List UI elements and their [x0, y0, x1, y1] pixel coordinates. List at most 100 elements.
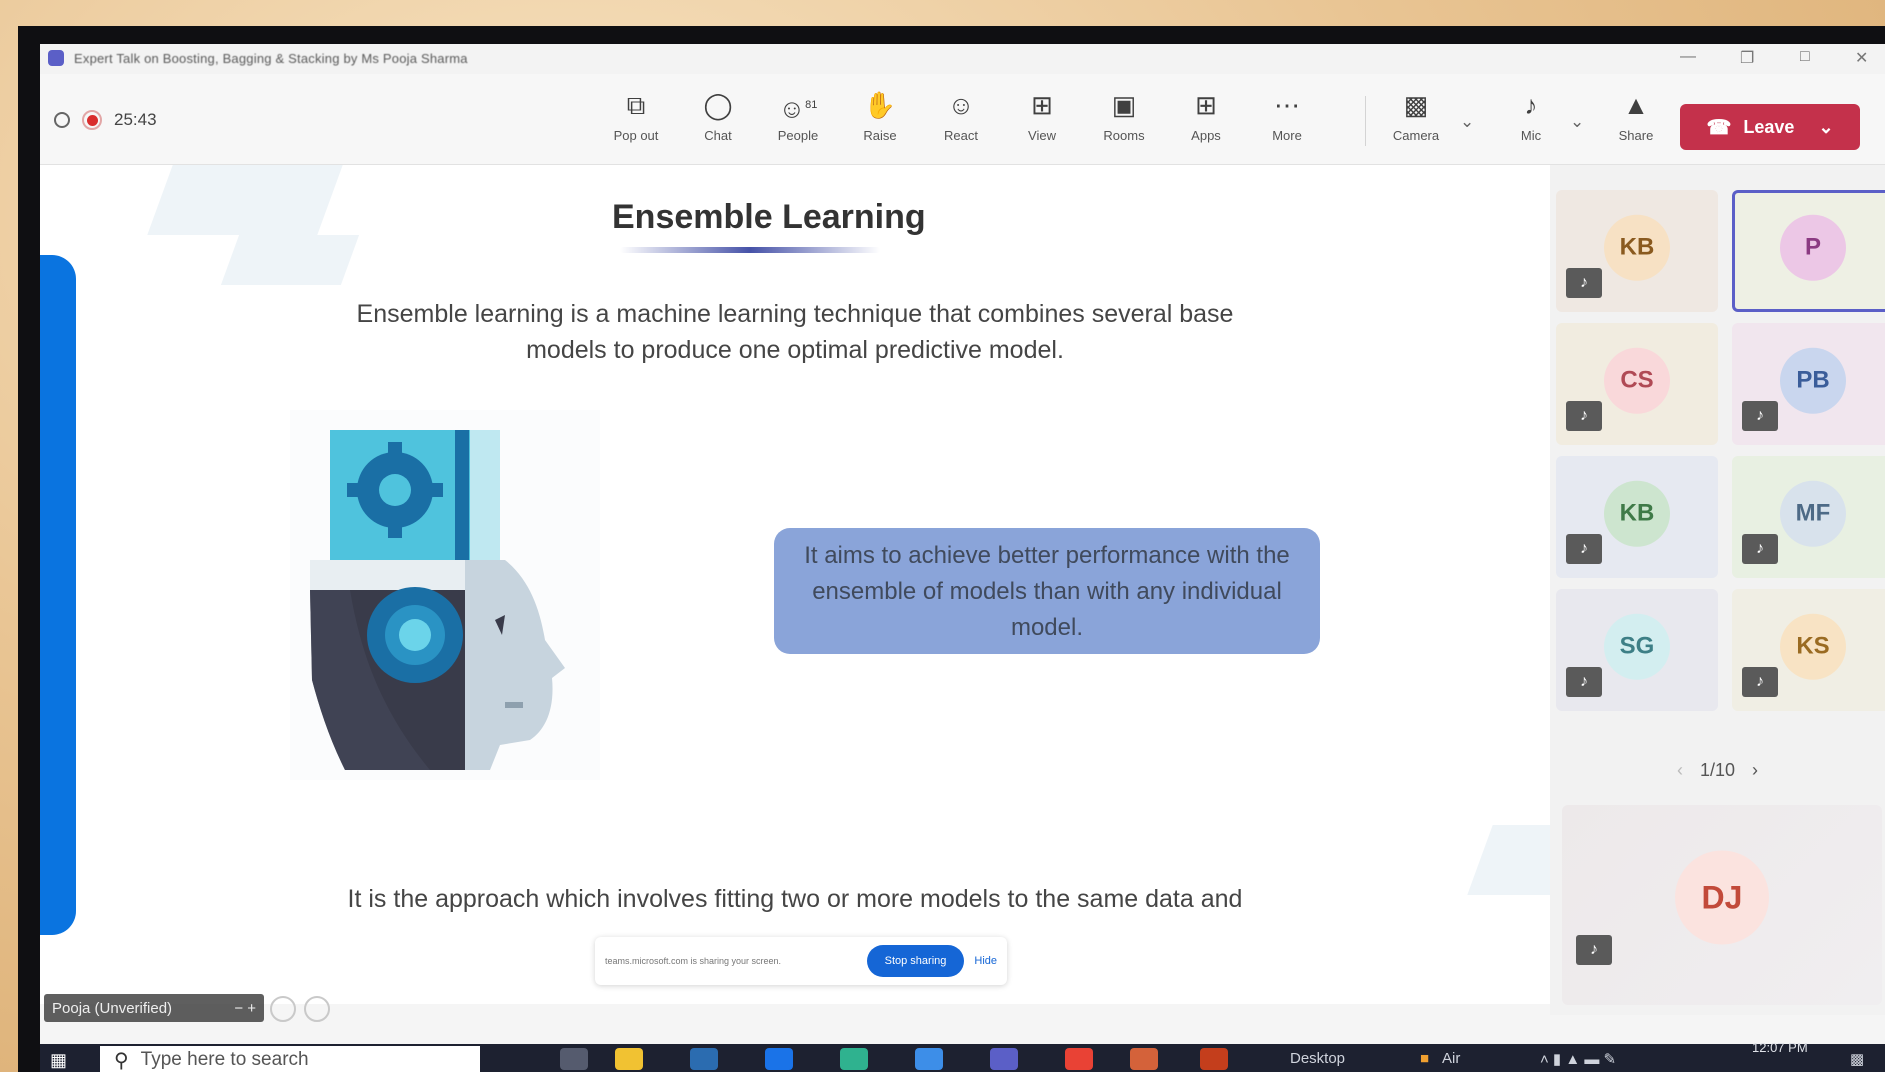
desktop-toolbar-label[interactable]: Desktop [1290, 1050, 1345, 1067]
mic-muted-icon: ♪ [1742, 534, 1778, 564]
teams-taskbar-icon[interactable] [1130, 1048, 1158, 1070]
monitor-screen: Expert Talk on Boosting, Bagging & Stack… [18, 26, 1885, 1072]
participant-avatar: CS [1604, 347, 1670, 414]
outlook-icon[interactable] [765, 1048, 793, 1070]
weather-label[interactable]: Air [1442, 1050, 1460, 1067]
taskbar-search-box[interactable]: ⚲ Type here to search [100, 1046, 480, 1072]
participant-avatar: MF [1780, 480, 1846, 547]
chat-button[interactable]: ◯ Chat [682, 90, 754, 143]
mic-options-chevron-icon[interactable]: ⌄ [1570, 112, 1584, 132]
shield-icon [54, 112, 70, 128]
meeting-toolbar: 25:43 ⧉ Pop out ◯ Chat ☺81 People ✋ Rais… [40, 74, 1885, 165]
share-icon: ▲ [1623, 90, 1649, 120]
discord-icon[interactable] [990, 1048, 1018, 1070]
store-icon[interactable] [690, 1048, 718, 1070]
mic-muted-icon: ♪ [1566, 268, 1602, 298]
slide-callout: It aims to achieve better performance wi… [774, 528, 1320, 654]
stop-sharing-button[interactable]: Stop sharing [866, 945, 965, 977]
task-view-icon[interactable] [560, 1048, 588, 1070]
teams-logo-icon [48, 50, 64, 66]
slide-accent-band [40, 255, 76, 935]
more-button[interactable]: ⋯ More [1251, 90, 1323, 143]
pin-icon[interactable]: − + [234, 1000, 256, 1017]
minimize-icon[interactable]: — [1680, 48, 1696, 66]
slide-decoration [220, 235, 360, 285]
share-label: Share [1618, 128, 1654, 143]
windows-start-icon[interactable]: ▦ [50, 1050, 67, 1071]
mic-button[interactable]: ♪ Mic [1495, 90, 1567, 143]
raise-hand-button[interactable]: ✋ Raise [844, 90, 916, 143]
edge-icon[interactable] [840, 1048, 868, 1070]
participant-avatar: PB [1780, 347, 1846, 414]
leave-button[interactable]: ☎ Leave ⌄ [1680, 104, 1860, 150]
presenter-controls [270, 996, 330, 1022]
restore-icon[interactable]: ❐ [1740, 48, 1754, 68]
popout-button[interactable]: ⧉ Pop out [600, 90, 672, 143]
participants-gallery: KB ♪ P CS ♪ PB ♪ KB ♪ MF ♪ SG ♪ KS ♪ ‹ 1/10 › DJ ♪ [1550, 165, 1885, 1015]
slide-description: Ensemble learning is a machine learning … [356, 300, 1234, 364]
participant-tile[interactable]: MF ♪ [1732, 456, 1885, 578]
featured-participant-tile[interactable]: DJ ♪ [1562, 805, 1882, 1005]
participant-tile[interactable]: KB ♪ [1556, 190, 1718, 312]
camera-label: Camera [1392, 128, 1440, 143]
shared-slide: Ensemble Learning Ensemble learning is a… [40, 165, 1550, 1004]
slide-decoration [1467, 825, 1550, 895]
hide-share-notice-link[interactable]: Hide [974, 955, 997, 967]
popout-label: Pop out [613, 128, 659, 143]
participant-tile[interactable]: CS ♪ [1556, 323, 1718, 445]
control-circle-icon[interactable] [304, 996, 330, 1022]
mic-muted-icon: ♪ [1566, 667, 1602, 697]
people-count: 81 [805, 99, 818, 111]
slide-decoration [147, 165, 343, 235]
apps-button[interactable]: ⊞ Apps [1170, 90, 1242, 143]
camera-off-icon: ▩ [1403, 90, 1429, 120]
gallery-pager: ‹ 1/10 › [1550, 760, 1885, 781]
chat-label: Chat [704, 128, 732, 143]
weather-icon[interactable]: ■ [1420, 1050, 1429, 1067]
windows-taskbar: ▦ ⚲ Type here to search Desktop ■ Air ˄ … [40, 1040, 1885, 1072]
powerpoint-icon[interactable] [1200, 1048, 1228, 1070]
view-button[interactable]: ⊞ View [1006, 90, 1078, 143]
mic-muted-icon: ♪ [1742, 667, 1778, 697]
camera-options-chevron-icon[interactable]: ⌄ [1460, 112, 1474, 132]
participant-tile[interactable]: KB ♪ [1556, 456, 1718, 578]
title-underline [620, 247, 880, 253]
close-icon[interactable]: ✕ [1855, 48, 1868, 68]
rooms-button[interactable]: ▣ Rooms [1088, 90, 1160, 143]
maximize-icon[interactable]: □ [1800, 48, 1810, 66]
more-dots-icon: ⋯ [1274, 90, 1300, 120]
notification-icon[interactable]: ▩ [1850, 1050, 1864, 1068]
people-button[interactable]: ☺81 People [762, 90, 834, 143]
chrome-icon[interactable] [1065, 1048, 1093, 1070]
participant-tile[interactable]: P [1732, 190, 1885, 312]
share-button[interactable]: ▲ Share [1600, 90, 1672, 143]
participant-tile[interactable]: SG ♪ [1556, 589, 1718, 711]
teams-meeting-window: Expert Talk on Boosting, Bagging & Stack… [40, 44, 1885, 1044]
more-label: More [1272, 128, 1302, 143]
call-timer: 25:43 [114, 110, 157, 129]
system-tray-icons[interactable]: ˄ ▮ ▲ ▬ ✎ [1540, 1050, 1616, 1068]
smiley-icon: ☺ [947, 90, 975, 120]
mic-muted-icon: ♪ [1524, 90, 1538, 120]
participant-tile[interactable]: PB ♪ [1732, 323, 1885, 445]
presenter-name: Pooja (Unverified) [52, 999, 173, 1017]
gallery-page-label: 1/10 [1699, 760, 1736, 780]
camera-button[interactable]: ▩ Camera [1380, 90, 1452, 143]
react-button[interactable]: ☺ React [925, 90, 997, 143]
toolbar-divider [1365, 96, 1366, 146]
mic-muted-icon: ♪ [1576, 935, 1612, 965]
onedrive-icon[interactable] [915, 1048, 943, 1070]
control-circle-icon[interactable] [270, 996, 296, 1022]
mic-muted-icon: ♪ [1566, 534, 1602, 564]
previous-page-icon[interactable]: ‹ [1677, 760, 1683, 780]
file-explorer-icon[interactable] [615, 1048, 643, 1070]
taskbar-clock[interactable]: 12:07 PM [1752, 1040, 1808, 1055]
presenter-name-tag: Pooja (Unverified) − + [44, 994, 264, 1022]
next-page-icon[interactable]: › [1752, 760, 1758, 780]
participant-tile[interactable]: KS ♪ [1732, 589, 1885, 711]
plus-box-icon: ⊞ [1195, 90, 1217, 120]
search-icon: ⚲ [114, 1049, 129, 1072]
leave-chevron-icon[interactable]: ⌄ [1818, 117, 1833, 138]
raise-label: Raise [863, 128, 897, 143]
participant-avatar: P [1780, 214, 1846, 281]
